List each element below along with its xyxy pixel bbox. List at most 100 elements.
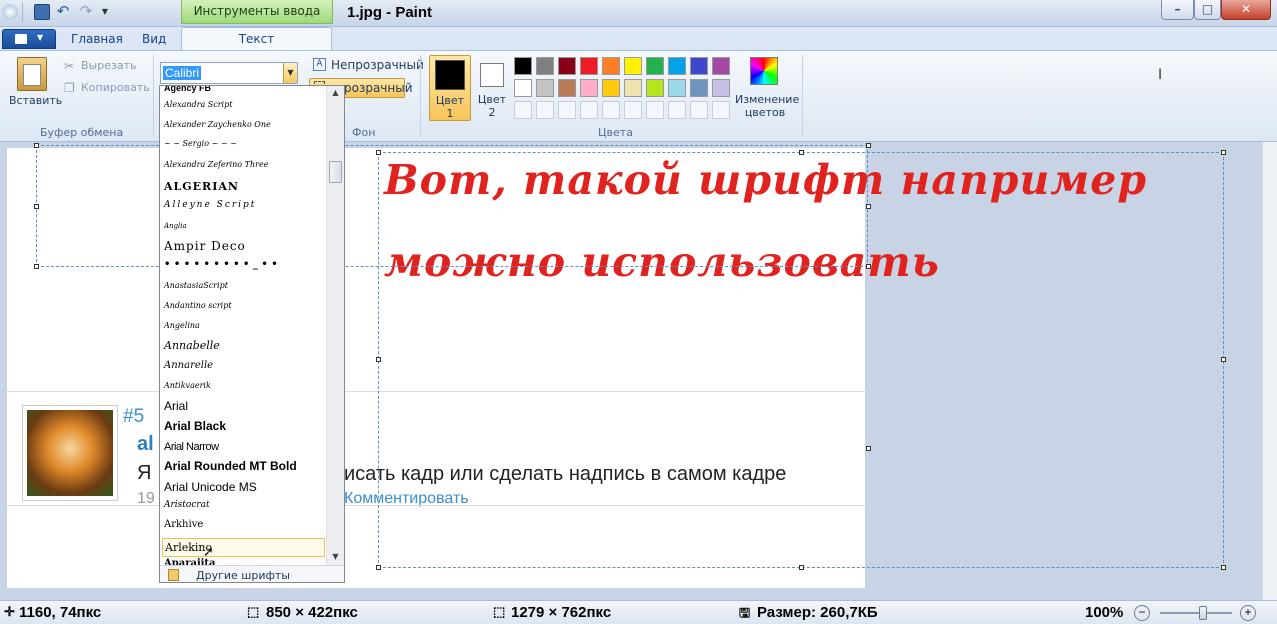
edit-colors-button[interactable]: Изменение цветов bbox=[735, 93, 799, 119]
font-option[interactable]: • • • • • • • • • _ • • bbox=[164, 259, 278, 270]
font-option[interactable]: ALGERIAN bbox=[164, 180, 239, 193]
color-swatch[interactable] bbox=[514, 57, 532, 75]
font-option[interactable]: Agency FB bbox=[164, 86, 211, 93]
color-swatch[interactable] bbox=[712, 79, 730, 97]
maximize-button[interactable]: □ bbox=[1194, 0, 1221, 20]
color-swatch[interactable] bbox=[558, 79, 576, 97]
paste-button[interactable]: Вставить bbox=[9, 94, 62, 107]
color-1-button[interactable]: Цвет 1 bbox=[429, 55, 471, 121]
color-swatch[interactable] bbox=[514, 101, 532, 119]
font-option[interactable]: Arial Narrow bbox=[164, 441, 219, 453]
zoom-slider-track[interactable] bbox=[1160, 612, 1232, 614]
color-swatch[interactable] bbox=[514, 79, 532, 97]
color-swatch[interactable] bbox=[536, 57, 554, 75]
color-swatch[interactable] bbox=[690, 57, 708, 75]
cut-button[interactable]: Вырезать bbox=[81, 59, 136, 72]
font-option[interactable]: Aristocrat bbox=[164, 500, 210, 510]
undo-icon[interactable]: ↶ bbox=[55, 4, 71, 20]
font-option[interactable]: Alexandra Zeferino Three bbox=[164, 160, 268, 169]
redo-icon[interactable]: ↷ bbox=[78, 4, 94, 20]
resize-handle[interactable] bbox=[1221, 357, 1226, 362]
resize-handle[interactable] bbox=[376, 357, 381, 362]
color-swatch[interactable] bbox=[690, 101, 708, 119]
vertical-scrollbar[interactable] bbox=[1262, 142, 1277, 600]
color-swatch[interactable] bbox=[668, 101, 686, 119]
font-option[interactable]: Arial bbox=[164, 399, 188, 413]
color-swatch[interactable] bbox=[624, 57, 642, 75]
font-option-highlighted[interactable]: Arlekino ➚ bbox=[162, 538, 325, 560]
font-option[interactable]: Anglia bbox=[164, 222, 187, 230]
resize-handle[interactable] bbox=[866, 264, 871, 269]
app-menu-button[interactable]: ▼ bbox=[2, 29, 56, 49]
copy-button[interactable]: Копировать bbox=[81, 81, 150, 94]
font-option[interactable]: Ampir Deco bbox=[164, 239, 246, 253]
color-swatch[interactable] bbox=[668, 57, 686, 75]
color-swatch[interactable] bbox=[558, 101, 576, 119]
paint-app-icon[interactable] bbox=[2, 4, 18, 20]
zoom-in-icon[interactable]: + bbox=[1240, 605, 1256, 621]
scroll-thumb[interactable] bbox=[329, 161, 342, 183]
color-swatch[interactable] bbox=[602, 79, 620, 97]
zoom-out-icon[interactable]: − bbox=[1134, 605, 1150, 621]
tab-view[interactable]: Вид bbox=[142, 32, 166, 46]
font-option[interactable]: Arial Unicode MS bbox=[164, 480, 257, 494]
color-swatch[interactable] bbox=[580, 57, 598, 75]
font-family-input[interactable]: Calibri ▼ bbox=[160, 62, 298, 84]
font-option[interactable]: AnastasiaScript bbox=[164, 281, 228, 290]
color-swatch[interactable] bbox=[580, 101, 598, 119]
font-option[interactable]: Arkhive bbox=[164, 519, 203, 530]
resize-handle[interactable] bbox=[34, 143, 39, 148]
resize-handle[interactable] bbox=[866, 143, 871, 148]
color-swatch[interactable] bbox=[536, 101, 554, 119]
resize-handle[interactable] bbox=[1221, 565, 1226, 570]
opaque-button[interactable]: Непрозрачный bbox=[331, 58, 424, 72]
more-fonts-item[interactable]: Другие шрифты bbox=[160, 565, 344, 582]
font-option[interactable]: Annarelle bbox=[164, 360, 213, 371]
color-swatch[interactable] bbox=[558, 57, 576, 75]
font-option[interactable]: ~ ~ Sergio ~ ~ ~ bbox=[164, 139, 237, 148]
font-option[interactable]: Annabelle bbox=[164, 339, 220, 352]
clipboard-icon[interactable] bbox=[17, 57, 47, 91]
color-swatch[interactable] bbox=[602, 101, 620, 119]
minimize-button[interactable]: – bbox=[1161, 0, 1194, 20]
font-option[interactable]: Alexander Zaychenko One bbox=[164, 120, 271, 129]
color-swatch[interactable] bbox=[712, 101, 730, 119]
color-swatch[interactable] bbox=[646, 57, 664, 75]
color-swatch[interactable] bbox=[536, 79, 554, 97]
tab-home[interactable]: Главная bbox=[71, 32, 123, 46]
color-swatch[interactable] bbox=[624, 101, 642, 119]
color-swatch[interactable] bbox=[646, 79, 664, 97]
color-2-button[interactable]: Цвет 2 bbox=[475, 55, 509, 121]
scroll-up-icon[interactable]: ▲ bbox=[328, 88, 343, 97]
color-swatch[interactable] bbox=[646, 101, 664, 119]
font-option[interactable]: Alleyne Script bbox=[164, 200, 256, 210]
color-swatch[interactable] bbox=[712, 57, 730, 75]
scroll-down-icon[interactable]: ▼ bbox=[328, 552, 343, 561]
font-option[interactable]: Alexandra Script bbox=[164, 100, 232, 109]
color-swatch[interactable] bbox=[690, 79, 708, 97]
color-swatch[interactable] bbox=[624, 79, 642, 97]
font-list-scrollbar[interactable]: ▲ ▼ bbox=[326, 86, 344, 566]
resize-handle[interactable] bbox=[376, 565, 381, 570]
color-swatch[interactable] bbox=[602, 57, 620, 75]
resize-handle[interactable] bbox=[799, 150, 804, 155]
resize-handle[interactable] bbox=[34, 264, 39, 269]
resize-handle[interactable] bbox=[34, 204, 39, 209]
font-option[interactable]: Andantino script bbox=[164, 301, 232, 310]
zoom-slider-thumb[interactable] bbox=[1199, 606, 1207, 620]
customize-quick-access-icon[interactable]: ▼ bbox=[97, 4, 113, 20]
font-option[interactable]: Angelina bbox=[164, 321, 200, 330]
font-option[interactable]: Antikvaerik bbox=[164, 381, 211, 390]
save-icon[interactable] bbox=[34, 4, 50, 20]
tab-text[interactable]: Текст bbox=[181, 27, 332, 52]
rainbow-icon[interactable] bbox=[750, 57, 778, 85]
text-box-selection[interactable] bbox=[378, 152, 1224, 568]
resize-handle[interactable] bbox=[376, 150, 381, 155]
resize-handle[interactable] bbox=[866, 446, 871, 451]
color-swatch[interactable] bbox=[580, 79, 598, 97]
color-swatch[interactable] bbox=[668, 79, 686, 97]
font-option[interactable]: Arial Rounded MT Bold bbox=[164, 459, 297, 473]
resize-handle[interactable] bbox=[866, 204, 871, 209]
font-option[interactable]: Arial Black bbox=[164, 419, 226, 433]
chevron-down-icon[interactable]: ▼ bbox=[283, 63, 297, 83]
